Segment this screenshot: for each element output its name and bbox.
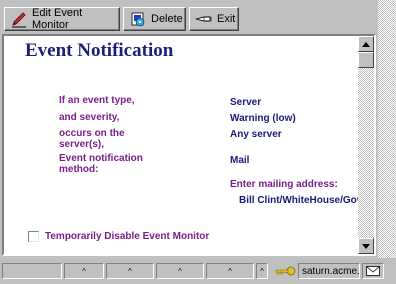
status-segment-1 [2,263,62,279]
event-notification-form: Event Notification If an event type, and… [4,36,362,254]
delete-icon [129,10,147,28]
status-caret: ^ [128,266,132,276]
toolbar: Edit Event Monitor Delete Exit [0,0,396,36]
status-caret: ^ [82,266,86,276]
edit-event-monitor-button[interactable]: Edit Event Monitor [4,7,120,31]
scroll-thumb[interactable] [358,52,374,68]
exit-button[interactable]: Exit [189,7,239,31]
edit-button-label: Edit Event Monitor [32,7,83,31]
method-value: Mail [230,155,250,166]
vertical-scrollbar[interactable] [358,36,374,254]
key-icon [274,264,296,278]
delete-button-label: Delete [151,13,183,25]
status-segment-4: ^ [156,263,204,279]
server-name-field: saturn.acme.cc [298,263,360,279]
mail-address-field[interactable]: Bill Clint/WhiteHouse/Gov [239,195,362,207]
content-frame: Event Notification If an event type, and… [2,34,376,256]
status-caret: ^ [260,266,264,276]
status-segment-6: ^ [256,263,268,279]
status-segment-3: ^ [106,263,154,279]
pen-icon [10,10,28,28]
event-type-value: Server [230,97,262,108]
server-label-line2: server(s), [59,139,105,150]
severity-label: and severity, [59,112,120,123]
disable-monitor-label[interactable]: Temporarily Disable Event Monitor [45,231,209,242]
delete-button[interactable]: Delete [123,7,186,31]
event-type-label: If an event type, [59,95,135,106]
disable-monitor-row[interactable]: Temporarily Disable Event Monitor [28,231,209,242]
mail-icon[interactable] [362,263,384,279]
status-caret: ^ [178,266,182,276]
scroll-track[interactable] [358,68,374,238]
status-bar: ^ ^ ^ ^ ^ saturn.acme.cc [0,258,396,284]
disable-monitor-checkbox[interactable] [28,231,39,242]
scroll-up-icon [362,41,370,47]
scroll-down-button[interactable] [358,238,374,254]
severity-value: Warning (low) [230,113,296,124]
scroll-up-button[interactable] [358,36,374,52]
window-edge [378,0,396,264]
scroll-down-icon [362,243,370,249]
status-segment-2: ^ [64,263,104,279]
exit-icon [195,10,213,28]
status-segment-5: ^ [206,263,254,279]
exit-button-label: Exit [217,13,236,25]
status-caret: ^ [228,266,232,276]
page-title: Event Notification [25,40,174,61]
server-value: Any server [230,129,282,140]
method-label-line2: method: [59,164,99,175]
mail-address-label: Enter mailing address: [230,179,338,190]
